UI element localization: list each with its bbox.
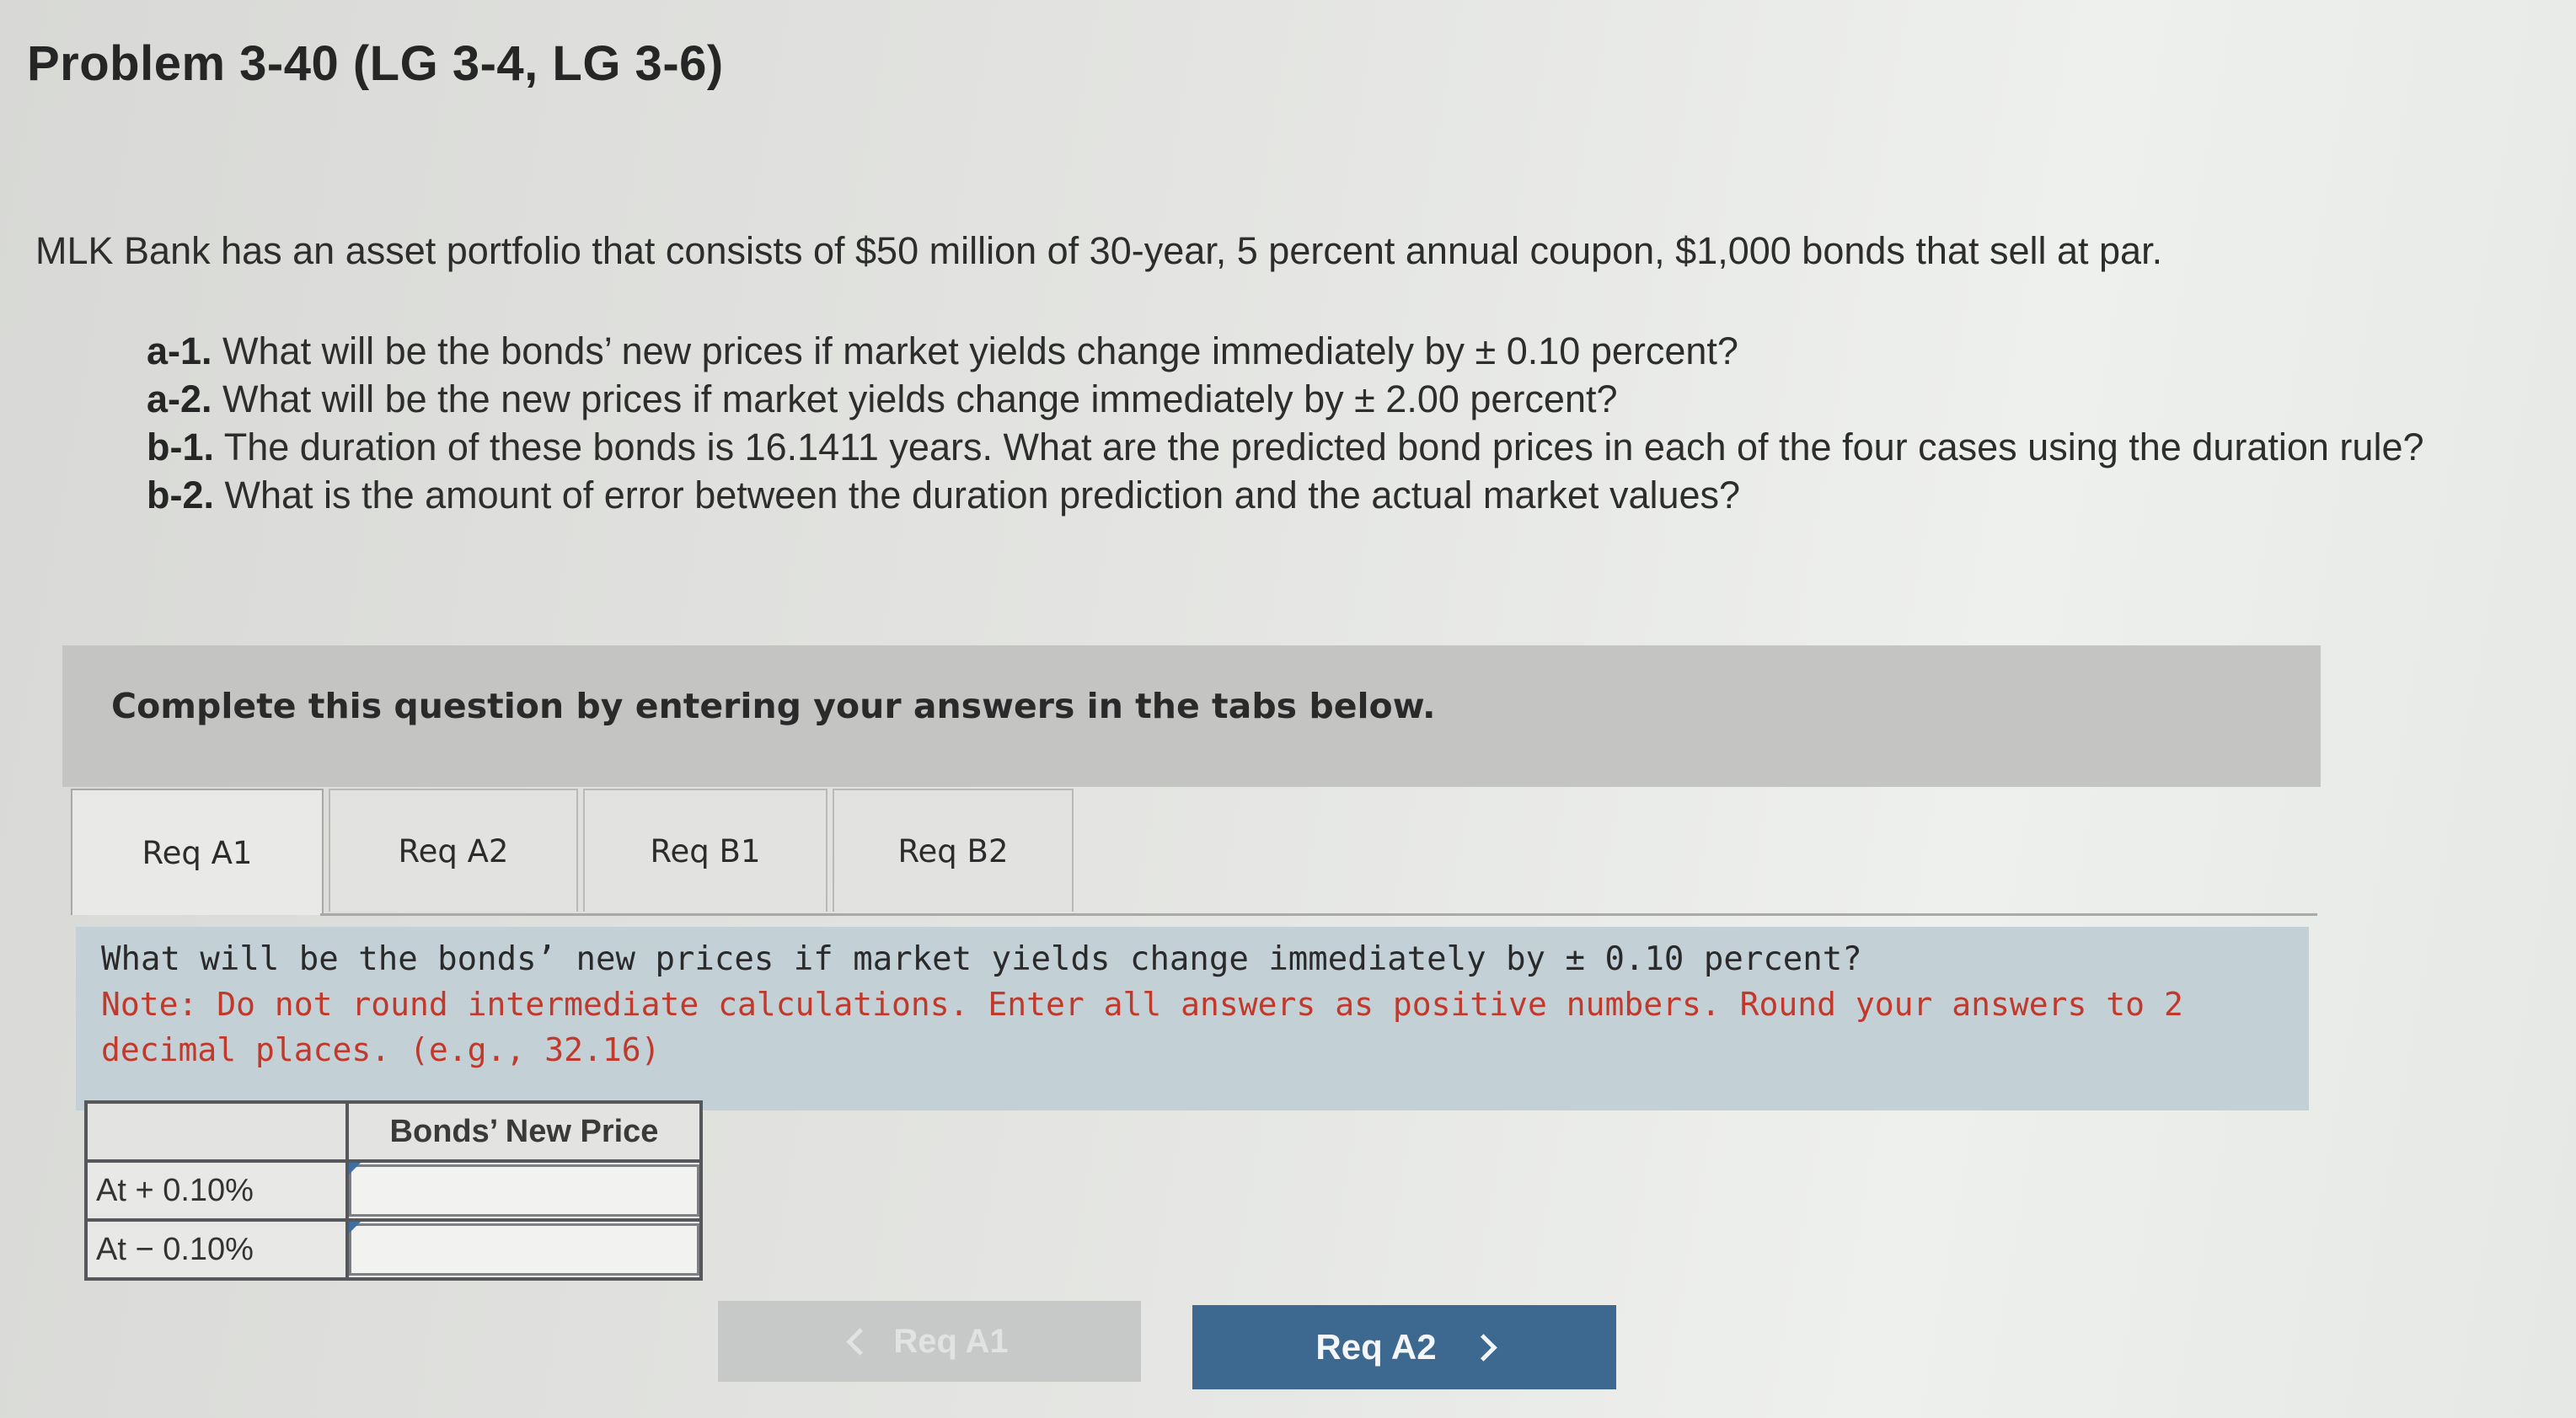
question-text: What will be the new prices if market yi… [212,377,1618,420]
prev-req-button[interactable]: Req A1 [718,1301,1141,1382]
question-label: b-1. [147,425,215,468]
tab-req-b1[interactable]: Req B1 [583,789,827,912]
question-text: What is the amount of error between the … [214,474,1741,516]
prompt-box: What will be the bonds’ new prices if ma… [76,927,2309,1110]
question-a2: a-2. What will be the new prices if mark… [147,375,2557,423]
price-input-minus[interactable] [349,1223,699,1276]
price-input-plus[interactable] [349,1164,699,1217]
question-list: a-1. What will be the bonds’ new prices … [147,327,2557,519]
row-label-minus: At − 0.10% [84,1218,349,1281]
question-a1: a-1. What will be the bonds’ new prices … [147,327,2557,375]
problem-intro: MLK Bank has an asset portfolio that con… [35,229,2163,272]
table-corner-cell [84,1100,349,1163]
prompt-note: Note: Do not round intermediate calculat… [101,986,2183,1068]
question-label: a-1. [147,329,212,372]
question-text: The duration of these bonds is 16.1411 y… [214,425,2424,468]
requirement-tabs: Req A1 Req A2 Req B1 Req B2 [71,789,1079,915]
next-req-label: Req A2 [1315,1327,1437,1367]
question-label: b-2. [147,474,215,516]
question-label: a-2. [147,377,212,420]
table-row: At + 0.10% [84,1159,703,1222]
next-req-button[interactable]: Req A2 [1192,1305,1616,1389]
row-label-plus: At + 0.10% [84,1159,349,1222]
instruction-bar: Complete this question by entering your … [62,645,2321,787]
answer-cell-plus [345,1159,703,1222]
chevron-left-icon [846,1327,875,1356]
question-b1: b-1. The duration of these bonds is 16.1… [147,423,2557,471]
column-header-bonds-new-price: Bonds’ New Price [345,1100,703,1163]
chevron-right-icon [1469,1333,1497,1362]
answer-cell-minus [345,1218,703,1281]
question-text: What will be the bonds’ new prices if ma… [212,329,1738,372]
prompt-question: What will be the bonds’ new prices if ma… [101,940,1862,978]
instruction-text: Complete this question by entering your … [111,686,1436,726]
answer-table: Bonds’ New Price At + 0.10% At − 0.10% [84,1100,703,1281]
question-b2: b-2. What is the amount of error between… [147,471,2557,519]
problem-title: Problem 3-40 (LG 3-4, LG 3-6) [27,36,724,91]
table-row: At − 0.10% [84,1218,703,1281]
tab-req-b2[interactable]: Req B2 [833,789,1074,912]
prev-req-label: Req A1 [893,1322,1009,1360]
tab-req-a2[interactable]: Req A2 [329,789,578,912]
tab-req-a1[interactable]: Req A1 [71,789,324,915]
tab-divider [320,913,2317,916]
table-header-row: Bonds’ New Price [84,1100,703,1163]
